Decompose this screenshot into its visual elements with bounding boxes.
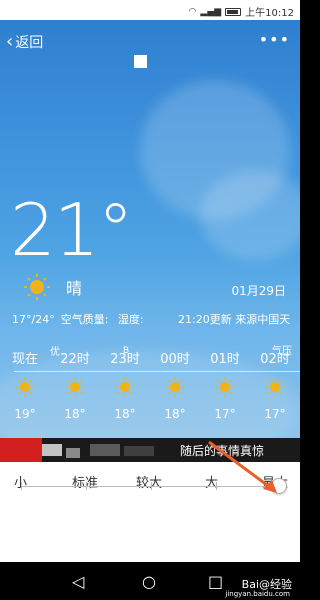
more-icon[interactable]: ••• [259,30,290,49]
status-bar: ◠ ▂▄▆ 上午10:12 [0,0,300,20]
sun-icon [165,377,185,397]
status-time: 上午10:12 [245,8,294,19]
current-temperature: 21° [10,188,134,272]
hour-label: 01时 [210,352,240,367]
hour-temp: 18° [114,407,136,421]
sun-icon [15,377,35,397]
thumbnail [90,444,120,456]
hourly-temps: 19° 18° 18° 18° 17° 17° [0,407,300,421]
nav-recent-button[interactable]: □ [208,572,223,591]
slider-tick [151,482,152,490]
chevron-left-icon: ‹ [6,31,14,52]
temp-range: 17°/24° [12,313,55,326]
nav-home-button[interactable]: ○ [142,572,156,591]
nav-back-button[interactable]: ◁ [72,572,84,591]
status-icons: ◠ ▂▄▆ 上午10:12 [188,4,294,20]
update-text: 21:20更新 来源中国天 [178,313,291,326]
humidity-label: 湿度: [117,313,144,326]
hour-label: 现在 [11,352,38,367]
weather-screen: ‹ 返回 ••• 21° 晴 01月29日 17°/24° 空气质量: 湿度: 2… [0,20,300,438]
hour-label: 23时 [110,352,140,367]
hourly-icons [0,376,300,398]
thumbnail [124,446,154,456]
hour-temp: 18° [64,407,86,421]
hour-label: 02时 [260,352,290,367]
current-date: 01月29日 [231,284,286,298]
sun-icon [265,377,285,397]
navigation-bar: ◁ ○ □ Bai@经验 jingyan.baidu.com [0,562,300,600]
back-button[interactable]: ‹ 返回 [6,32,43,52]
sun-icon [65,377,85,397]
annotation-arrow [208,440,277,493]
slider-tick [21,482,22,490]
sun-icon [24,274,50,300]
condition-text: 晴 [66,279,83,298]
hour-temp: 17° [214,407,236,421]
hour-temp: 19° [14,407,36,421]
air-quality-label: 空气质量: [60,313,109,326]
hour-temp: 17° [264,407,286,421]
current-condition: 晴 [22,272,82,302]
signal-icon: ▂▄▆ [200,6,222,17]
thumbnail [66,448,80,458]
font-size-option-standard[interactable]: 标准 [72,472,98,491]
wifi-icon: ◠ [188,6,197,17]
slider-tick [86,482,87,490]
hour-label: 00时 [160,352,190,367]
square-marker [134,55,147,68]
detail-row: 17°/24° 空气质量: 湿度: 21:20更新 来源中国天 [12,311,290,327]
divider [14,371,300,372]
hour-label: 22时 [60,352,90,367]
font-size-option-larger[interactable]: 较大 [136,472,162,491]
thumbnail [0,438,42,462]
hour-temp: 18° [164,407,186,421]
thumbnail [42,444,62,456]
battery-icon [225,7,242,16]
sun-icon [115,377,135,397]
hourly-times: 现在 22时 23时 00时 01时 02时 [0,348,300,367]
cloud-decoration [200,170,300,260]
sun-icon [215,377,235,397]
back-label: 返回 [15,35,44,51]
watermark-url: jingyan.baidu.com [225,590,290,598]
